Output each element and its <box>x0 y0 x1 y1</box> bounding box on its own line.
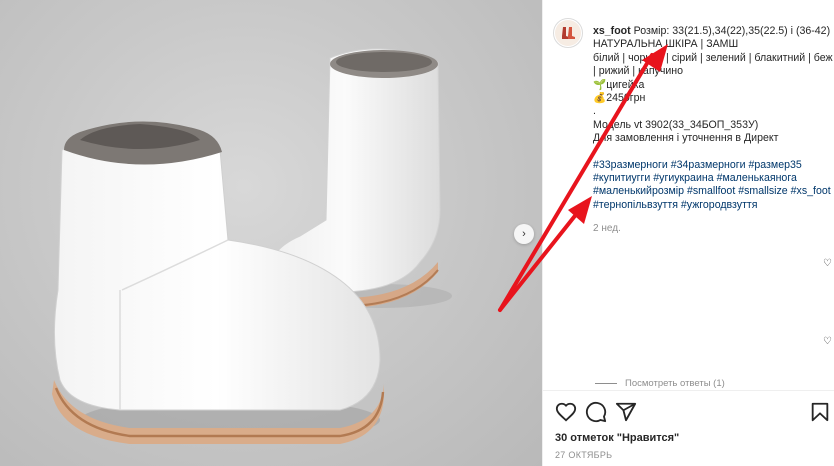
hashtag-link[interactable]: #ужгородвзуття <box>681 199 758 211</box>
avatar-image <box>555 20 581 46</box>
hashtag-line-2: #маленькийрозмір #smallfoot #smallsize #… <box>593 185 834 198</box>
view-replies-link[interactable]: Посмотреть ответы (1) <box>595 378 725 389</box>
post-photo[interactable]: › <box>0 0 542 466</box>
boots-illustration <box>52 48 452 444</box>
caption-line-8: Для замовлення і уточнення в Директ <box>593 132 779 145</box>
post-time-ago[interactable]: 2 нед. <box>593 222 834 235</box>
caption-line-7: Модель vt 3902(33_34БОП_353У) <box>593 118 759 131</box>
hashtag-line-0: #33размерноги #34размерноги #размер35 <box>593 159 834 172</box>
caption-size: Розмір: 33(21.5),34(22),35(22.5) і (36-4… <box>633 25 831 37</box>
hashtag-link[interactable]: #угиукраина <box>653 172 713 184</box>
caption-line-5: 💰2450грн <box>593 92 646 105</box>
comment-like-heart-icon[interactable]: ♡ <box>823 336 832 347</box>
caption-line-4: 🌱цигейка <box>593 78 645 91</box>
caption-line-1: НАТУРАЛЬНА ШКІРА | ЗАМШ <box>593 38 739 51</box>
heart-icon[interactable] <box>555 401 577 423</box>
hashtag-link[interactable]: #тернопільвзуття <box>593 199 678 211</box>
hashtag-link[interactable]: #xs_foot <box>791 185 831 197</box>
hashtag-line-1: #купитиугги #угиукраина #маленькаянога <box>593 172 834 185</box>
likes-count[interactable]: 30 отметок "Нравится" <box>555 432 679 444</box>
hashtag-link[interactable]: #smallsize <box>738 185 787 197</box>
caption-line-6: . <box>593 105 596 118</box>
boots-logo-icon <box>562 27 575 39</box>
post-date: 27 ОКТЯБРЬ <box>555 450 613 460</box>
hashtag-link[interactable]: #33размерноги <box>593 159 668 171</box>
hashtag-link[interactable]: #купитиугги <box>593 172 650 184</box>
chevron-right-icon: › <box>522 228 526 240</box>
share-icon[interactable] <box>615 401 637 423</box>
post-details-panel: xs_foot Розмір: 33(21.5),34(22),35(22.5)… <box>542 0 834 466</box>
carousel-next-button[interactable]: › <box>514 224 534 244</box>
action-bar <box>543 390 834 434</box>
hashtag-link[interactable]: #маленькаянога <box>717 172 797 184</box>
avatar[interactable] <box>553 18 583 48</box>
hashtag-link[interactable]: #маленькийрозмір <box>593 185 684 197</box>
view-replies-label: Посмотреть ответы (1) <box>625 378 725 389</box>
caption-line-2: білий | чорний | сірий | зелений | блаки… <box>593 51 833 64</box>
caption-line-3: | рижий | капучино <box>593 65 684 78</box>
hashtag-link[interactable]: #размер35 <box>749 159 802 171</box>
bookmark-icon[interactable] <box>809 401 831 423</box>
comment-like-heart-icon[interactable]: ♡ <box>823 258 832 269</box>
comment-icon[interactable] <box>585 401 607 423</box>
caption-line-0: xs_foot Розмір: 33(21.5),34(22),35(22.5)… <box>593 25 834 38</box>
replies-dash <box>595 382 617 384</box>
hashtag-line-3: #тернопільвзуття #ужгородвзуття <box>593 199 834 212</box>
hashtag-link[interactable]: #34размерноги <box>671 159 746 171</box>
username-link[interactable]: xs_foot <box>593 25 631 37</box>
caption-text: xs_foot Розмір: 33(21.5),34(22),35(22.5)… <box>593 25 834 236</box>
hashtag-link[interactable]: #smallfoot <box>687 185 735 197</box>
